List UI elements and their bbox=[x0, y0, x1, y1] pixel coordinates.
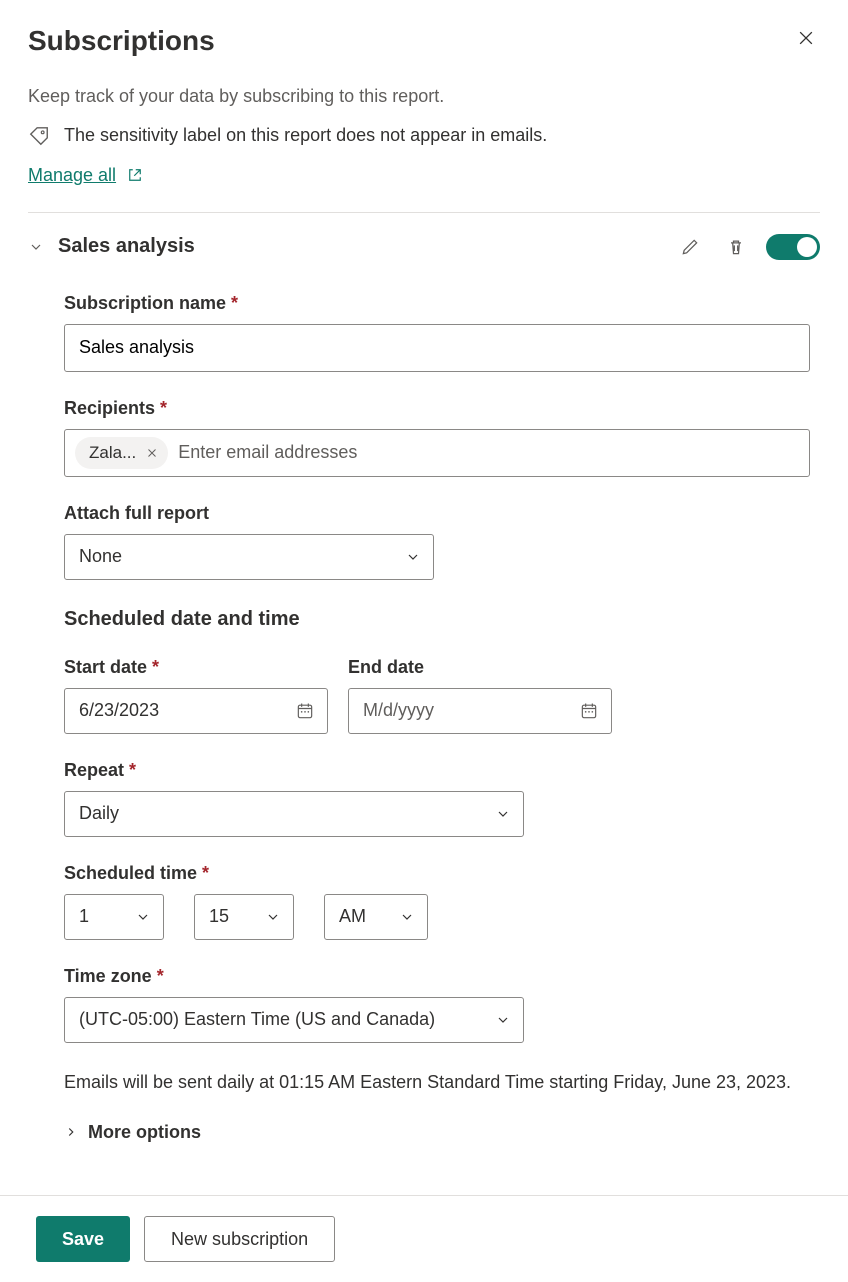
new-subscription-button[interactable]: New subscription bbox=[144, 1216, 335, 1262]
required-asterisk: * bbox=[231, 293, 238, 313]
recipients-input-box[interactable]: Zala... bbox=[64, 429, 810, 477]
ampm-value: AM bbox=[339, 906, 366, 927]
chevron-down-icon bbox=[495, 806, 511, 822]
save-button[interactable]: Save bbox=[36, 1216, 130, 1262]
end-date-label: End date bbox=[348, 657, 612, 678]
chevron-down-icon bbox=[399, 909, 415, 925]
chevron-down-icon bbox=[495, 1012, 511, 1028]
timezone-select[interactable]: (UTC-05:00) Eastern Time (US and Canada) bbox=[64, 997, 524, 1043]
recipients-text-input[interactable] bbox=[178, 442, 799, 463]
external-link-icon bbox=[126, 166, 144, 184]
label-text: Scheduled time bbox=[64, 863, 197, 883]
more-options-toggle[interactable]: More options bbox=[64, 1122, 810, 1143]
required-asterisk: * bbox=[129, 760, 136, 780]
timezone-label: Time zone * bbox=[64, 966, 810, 987]
calendar-icon bbox=[295, 701, 315, 721]
calendar-icon bbox=[579, 701, 599, 721]
label-text: Time zone bbox=[64, 966, 152, 986]
ampm-select[interactable]: AM bbox=[324, 894, 428, 940]
edit-button[interactable] bbox=[674, 231, 706, 263]
start-date-value: 6/23/2023 bbox=[79, 700, 159, 721]
subscription-name-input[interactable] bbox=[64, 324, 810, 372]
required-asterisk: * bbox=[152, 657, 159, 677]
subtitle-text: Keep track of your data by subscribing t… bbox=[28, 86, 820, 107]
subscription-name-label: Subscription name * bbox=[64, 293, 810, 314]
schedule-heading: Scheduled date and time bbox=[64, 608, 810, 631]
section-title: Sales analysis bbox=[58, 235, 660, 258]
end-date-placeholder: M/d/yyyy bbox=[363, 700, 434, 721]
more-options-label: More options bbox=[88, 1122, 201, 1143]
chevron-down-icon bbox=[265, 909, 281, 925]
minute-value: 15 bbox=[209, 906, 229, 927]
start-date-input[interactable]: 6/23/2023 bbox=[64, 688, 328, 734]
manage-all-link[interactable]: Manage all bbox=[28, 165, 144, 186]
manage-all-label: Manage all bbox=[28, 165, 116, 186]
label-text: Repeat bbox=[64, 760, 124, 780]
recipients-label: Recipients * bbox=[64, 398, 810, 419]
required-asterisk: * bbox=[202, 863, 209, 883]
recipient-chip: Zala... bbox=[75, 437, 168, 469]
sensitivity-text: The sensitivity label on this report doe… bbox=[64, 125, 547, 146]
timezone-value: (UTC-05:00) Eastern Time (US and Canada) bbox=[79, 1009, 435, 1030]
tag-icon bbox=[28, 125, 50, 147]
label-text: Subscription name bbox=[64, 293, 226, 313]
repeat-select[interactable]: Daily bbox=[64, 791, 524, 837]
end-date-input[interactable]: M/d/yyyy bbox=[348, 688, 612, 734]
chevron-right-icon bbox=[64, 1125, 78, 1139]
attach-select[interactable]: None bbox=[64, 534, 434, 580]
delete-button[interactable] bbox=[720, 231, 752, 263]
divider bbox=[28, 212, 820, 213]
scheduled-time-label: Scheduled time * bbox=[64, 863, 810, 884]
chevron-down-icon[interactable] bbox=[28, 239, 44, 255]
label-text: Recipients bbox=[64, 398, 155, 418]
schedule-summary: Emails will be sent daily at 01:15 AM Ea… bbox=[64, 1069, 810, 1096]
attach-label: Attach full report bbox=[64, 503, 810, 524]
close-icon[interactable] bbox=[792, 24, 820, 52]
chip-remove-icon[interactable] bbox=[146, 447, 158, 459]
chevron-down-icon bbox=[135, 909, 151, 925]
start-date-label: Start date * bbox=[64, 657, 328, 678]
required-asterisk: * bbox=[157, 966, 164, 986]
chip-label: Zala... bbox=[89, 443, 136, 463]
repeat-value: Daily bbox=[79, 803, 119, 824]
minute-select[interactable]: 15 bbox=[194, 894, 294, 940]
hour-select[interactable]: 1 bbox=[64, 894, 164, 940]
repeat-label: Repeat * bbox=[64, 760, 810, 781]
required-asterisk: * bbox=[160, 398, 167, 418]
chevron-down-icon bbox=[405, 549, 421, 565]
attach-value: None bbox=[79, 546, 122, 567]
hour-value: 1 bbox=[79, 906, 89, 927]
footer-bar: Save New subscription bbox=[0, 1195, 848, 1282]
page-title: Subscriptions bbox=[28, 24, 215, 58]
enable-toggle[interactable] bbox=[766, 234, 820, 260]
label-text: Start date bbox=[64, 657, 147, 677]
